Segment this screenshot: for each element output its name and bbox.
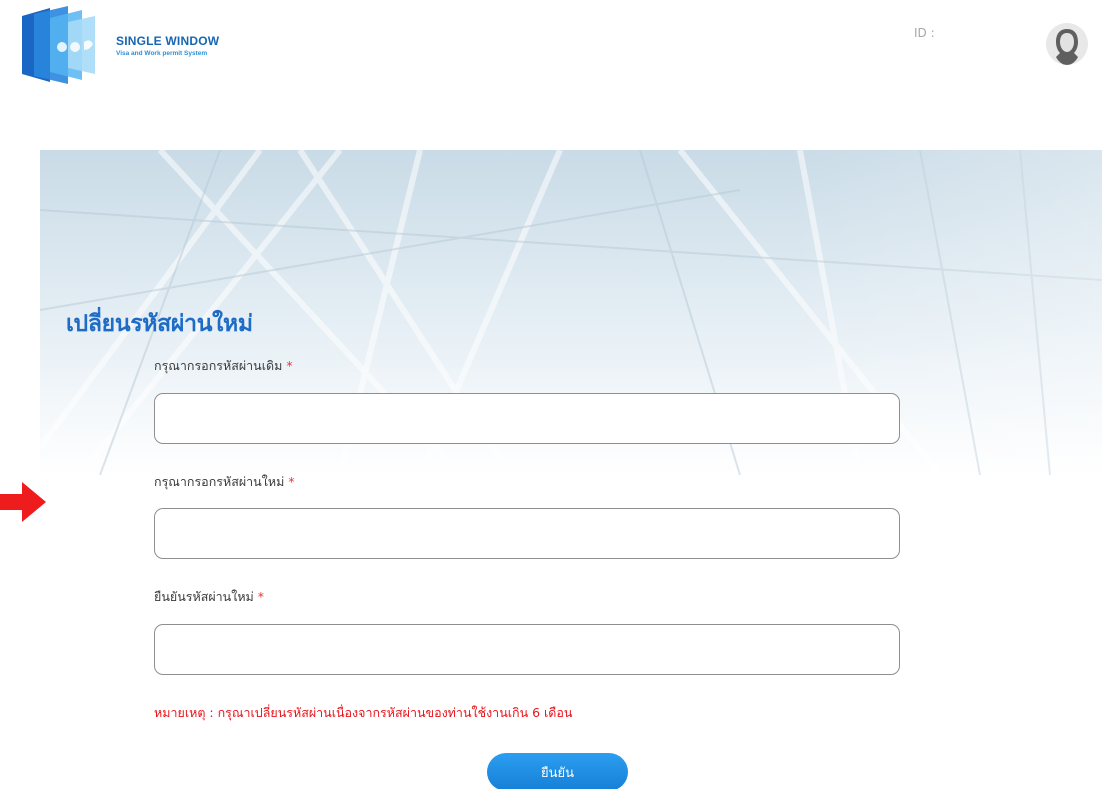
required-mark: * [288,474,295,489]
confirm-button[interactable]: ยืนยัน [487,753,628,789]
new-password-label: กรุณากรอกรหัสผ่านใหม่ * [154,472,295,492]
logo-title: SINGLE WINDOW [116,34,220,48]
confirm-password-label-text: ยืนยันรหัสผ่านใหม่ [154,589,254,604]
red-arrow-right-icon [0,482,46,522]
logo-subtitle: Visa and Work permit System [116,50,208,57]
old-password-input[interactable] [154,393,900,444]
confirm-password-label: ยืนยันรหัสผ่านใหม่ * [154,587,264,607]
required-mark: * [257,589,265,604]
user-avatar-icon[interactable] [1046,23,1088,65]
old-password-label-text: กรุณากรอกรหัสผ่านเดิม [154,358,283,373]
single-window-logo-icon [22,6,95,84]
new-password-label-text: กรุณากรอกรหัสผ่านใหม่ [154,474,285,489]
top-header: SINGLE WINDOW Visa and Work permit Syste… [0,0,1102,95]
required-mark: * [286,358,293,373]
confirm-password-input[interactable] [154,624,900,675]
new-password-input[interactable] [154,508,900,559]
page-title: เปลี่ยนรหัสผ่านใหม่ [66,311,253,337]
old-password-label: กรุณากรอกรหัสผ่านเดิม * [154,356,293,376]
password-expiry-note: หมายเหตุ : กรุณาเปลี่ยนรหัสผ่านเนื่องจาก… [154,705,573,720]
user-id-label: ID : [914,26,935,40]
site-logo[interactable]: SINGLE WINDOW Visa and Work permit Syste… [20,4,240,86]
